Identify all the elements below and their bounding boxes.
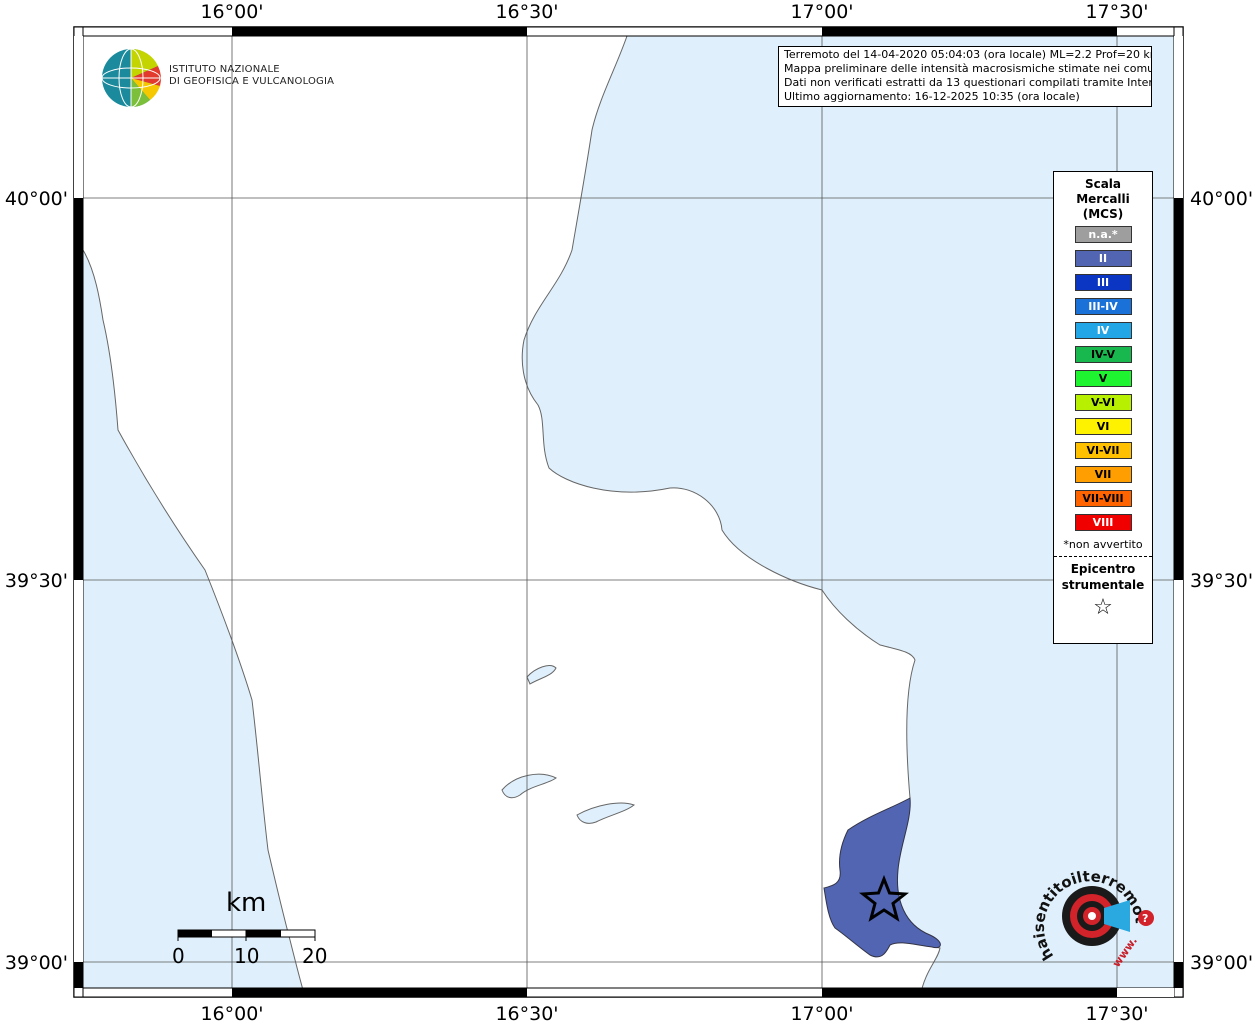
event-info-line: Mappa preliminare delle intensità macros… — [784, 62, 1152, 75]
mcs-legend: Scala Mercalli (MCS) n.a.* II III III-IV… — [1053, 171, 1153, 644]
legend-items: n.a.* II III III-IV IV IV-V V V-VI VI VI… — [1054, 226, 1152, 531]
legend-item: VIII — [1074, 514, 1132, 531]
legend-title-line: Scala — [1084, 177, 1122, 191]
legend-item: IV — [1074, 322, 1132, 339]
scale-unit: km — [226, 888, 267, 918]
legend-epicentre-line: strumentale — [1061, 578, 1145, 592]
legend-note: *non avvertito — [1063, 538, 1143, 551]
scale-label: 0 — [172, 944, 185, 968]
legend-item: III — [1074, 274, 1132, 291]
tick-top: 17°30' — [1085, 1, 1148, 23]
legend-title-line: Mercalli — [1076, 192, 1130, 206]
tick-bottom: 17°00' — [790, 1003, 853, 1024]
legend-item: VI-VII — [1074, 442, 1132, 459]
tick-bottom: 17°30' — [1085, 1003, 1148, 1024]
legend-item: III-IV — [1074, 298, 1132, 315]
tick-left: 39°00' — [5, 952, 68, 974]
tick-top: 16°00' — [200, 1, 263, 23]
scale-label: 10 — [234, 944, 260, 968]
event-info-line: Ultimo aggiornamento: 16-12-2025 10:35 (… — [784, 90, 1080, 103]
legend-item: V — [1074, 370, 1132, 387]
tick-bottom: 16°30' — [495, 1003, 558, 1024]
legend-epicentre-label: Epicentro strumentale — [1054, 561, 1152, 593]
legend-item: VII — [1074, 466, 1132, 483]
legend-item: n.a.* — [1074, 226, 1132, 243]
legend-epicentre-line: Epicentro — [1070, 562, 1136, 576]
legend-title: Scala Mercalli (MCS) — [1054, 177, 1152, 222]
legend-item: II — [1074, 250, 1132, 267]
tick-bottom: 16°00' — [200, 1003, 263, 1024]
ingv-name-line: ISTITUTO NAZIONALE — [169, 64, 280, 75]
tick-right: 39°30' — [1190, 570, 1253, 592]
legend-title-line: (MCS) — [1082, 207, 1124, 221]
tick-left: 40°00' — [5, 188, 68, 210]
ingv-name-line: DI GEOFISICA E VULCANOLOGIA — [169, 76, 335, 87]
legend-item: IV-V — [1074, 346, 1132, 363]
tick-right: 39°00' — [1190, 952, 1253, 974]
legend-item: V-VI — [1074, 394, 1132, 411]
tick-right: 40°00' — [1190, 188, 1253, 210]
legend-divider — [1054, 556, 1152, 557]
scale-label: 20 — [302, 944, 328, 968]
legend-item: VII-VIII — [1074, 490, 1132, 507]
event-info-box: Terremoto del 14-04-2020 05:04:03 (ora l… — [778, 46, 1152, 107]
legend-star-icon: ☆ — [1093, 595, 1113, 620]
event-info-line: Terremoto del 14-04-2020 05:04:03 (ora l… — [784, 48, 1152, 61]
tick-top: 16°30' — [495, 1, 558, 23]
legend-item: VI — [1074, 418, 1132, 435]
haisentito-logo: haisentitoilterremoto.it www. ? — [1026, 856, 1154, 970]
question-icon: ? — [1142, 912, 1148, 925]
event-info-line: Dati non verificati estratti da 13 quest… — [784, 76, 1152, 89]
logo-www-text: www. — [1110, 934, 1140, 969]
tick-left: 39°30' — [5, 570, 68, 592]
ingv-name: ISTITUTO NAZIONALE DI GEOFISICA E VULCAN… — [169, 64, 334, 88]
tick-top: 17°00' — [790, 1, 853, 23]
